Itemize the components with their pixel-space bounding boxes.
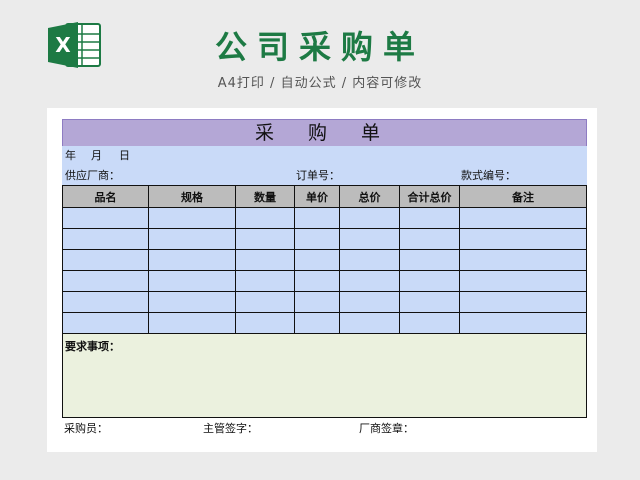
- table-cell[interactable]: [62, 312, 149, 334]
- table-cell[interactable]: [148, 249, 236, 271]
- column-header: 单价: [294, 185, 340, 208]
- table-cell[interactable]: [235, 207, 295, 229]
- date-row: 年 月 日: [62, 146, 587, 166]
- table-cell[interactable]: [459, 249, 587, 271]
- table-cell[interactable]: [62, 249, 149, 271]
- page-title: 公司采购单: [214, 28, 425, 66]
- table-cell[interactable]: [62, 228, 149, 250]
- vendor-row: 供应厂商： 订单号： 款式编号：: [62, 166, 587, 185]
- table-cell[interactable]: [235, 312, 295, 334]
- table-cell[interactable]: [399, 270, 460, 292]
- table-cell[interactable]: [339, 249, 400, 271]
- date-day-label: 日: [119, 149, 130, 162]
- form-title: 采 购 单: [62, 119, 587, 146]
- signature-row: 采购员： 主管签字： 厂商签章：: [62, 418, 587, 440]
- page-subtitle: A4打印 / 自动公式 / 内容可修改: [217, 76, 423, 91]
- table-cell[interactable]: [294, 312, 340, 334]
- table-cell[interactable]: [339, 270, 400, 292]
- table-cell[interactable]: [148, 312, 236, 334]
- vendor-label: 供应厂商：: [65, 169, 120, 182]
- table-cell[interactable]: [399, 312, 460, 334]
- date-month-label: 月: [91, 149, 102, 162]
- supervisor-signature-label: 主管签字：: [203, 422, 258, 435]
- table-cell[interactable]: [148, 207, 236, 229]
- notes-label: 要求事项：: [65, 340, 120, 353]
- table-row: [62, 249, 587, 271]
- table-cell[interactable]: [294, 270, 340, 292]
- table-row: [62, 207, 587, 229]
- table-cell[interactable]: [399, 207, 460, 229]
- date-year-label: 年: [65, 149, 76, 162]
- table-cell[interactable]: [235, 270, 295, 292]
- table-cell[interactable]: [339, 312, 400, 334]
- table-cell[interactable]: [459, 291, 587, 313]
- table-header-row: 品名 规格 数量 单价 总价 合计总价 备注: [62, 185, 587, 208]
- column-header: 合计总价: [399, 185, 460, 208]
- table-cell[interactable]: [459, 228, 587, 250]
- table-cell[interactable]: [339, 207, 400, 229]
- table-cell[interactable]: [235, 249, 295, 271]
- column-header: 总价: [339, 185, 400, 208]
- vendor-seal-label: 厂商签章：: [359, 422, 414, 435]
- table-row: [62, 228, 587, 250]
- table-cell[interactable]: [294, 249, 340, 271]
- table-cell[interactable]: [62, 291, 149, 313]
- column-header: 备注: [459, 185, 587, 208]
- table-cell[interactable]: [294, 291, 340, 313]
- notes-area[interactable]: 要求事项：: [62, 334, 587, 418]
- table-cell[interactable]: [294, 228, 340, 250]
- column-header: 规格: [148, 185, 236, 208]
- table-cell[interactable]: [235, 291, 295, 313]
- table-cell[interactable]: [235, 228, 295, 250]
- table-row: [62, 291, 587, 313]
- items-table: 品名 规格 数量 单价 总价 合计总价 备注: [62, 185, 587, 334]
- style-number-label: 款式编号：: [461, 169, 516, 182]
- table-cell[interactable]: [399, 249, 460, 271]
- table-cell[interactable]: [62, 270, 149, 292]
- column-header: 数量: [235, 185, 295, 208]
- table-row: [62, 270, 587, 292]
- table-cell[interactable]: [294, 207, 340, 229]
- purchaser-label: 采购员：: [64, 422, 108, 435]
- table-cell[interactable]: [148, 228, 236, 250]
- table-cell[interactable]: [148, 291, 236, 313]
- table-cell[interactable]: [339, 291, 400, 313]
- table-cell[interactable]: [339, 228, 400, 250]
- table-row: [62, 312, 587, 334]
- table-cell[interactable]: [62, 207, 149, 229]
- order-number-label: 订单号：: [296, 169, 340, 182]
- table-cell[interactable]: [459, 312, 587, 334]
- purchase-order-form: 采 购 单 年 月 日 供应厂商： 订单号： 款式编号： 品名 规格 数量 单价…: [62, 119, 587, 440]
- table-cell[interactable]: [399, 291, 460, 313]
- table-cell[interactable]: [459, 207, 587, 229]
- table-cell[interactable]: [148, 270, 236, 292]
- column-header: 品名: [62, 185, 149, 208]
- table-cell[interactable]: [459, 270, 587, 292]
- table-cell[interactable]: [399, 228, 460, 250]
